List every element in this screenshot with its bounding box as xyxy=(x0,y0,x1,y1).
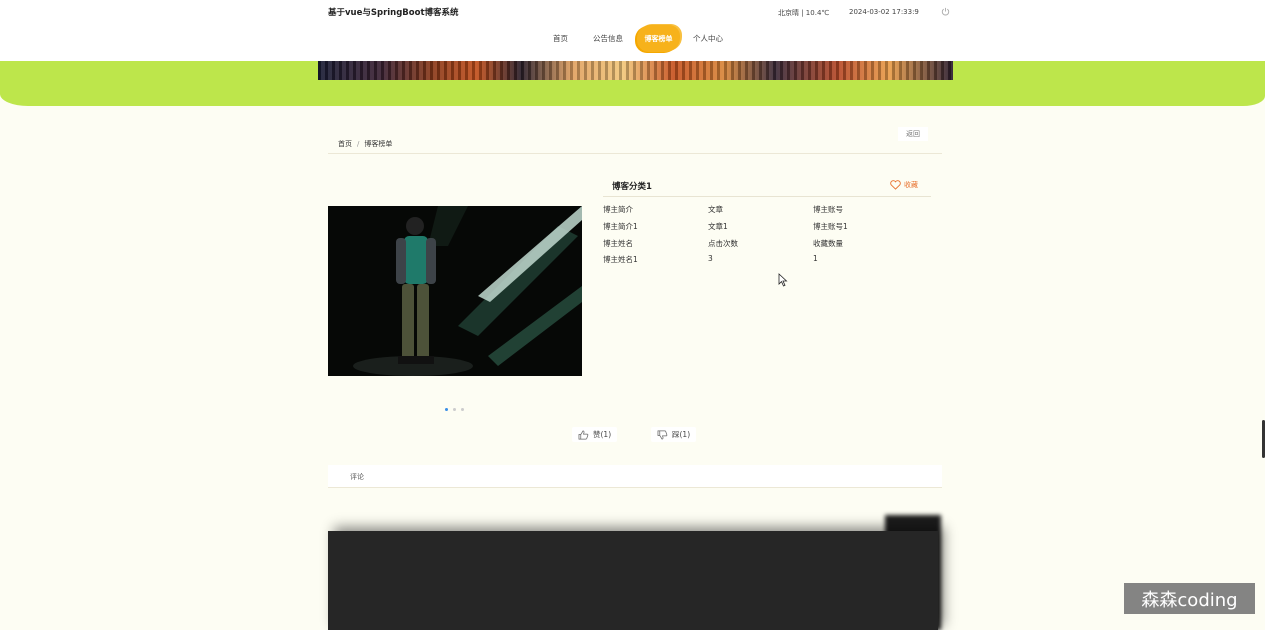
breadcrumb-separator: / xyxy=(357,140,360,148)
field-label-name: 博主姓名 xyxy=(603,239,633,248)
nav-announcements[interactable]: 公告信息 xyxy=(593,33,623,44)
breadcrumb-home[interactable]: 首页 xyxy=(338,140,352,148)
nav-home[interactable]: 首页 xyxy=(553,33,568,44)
favorite-label: 收藏 xyxy=(904,181,918,189)
nav-blog-ranking[interactable]: 博客榜单 xyxy=(637,25,680,52)
main-nav: 首页 公告信息 博客榜单 个人中心 xyxy=(0,25,1265,52)
dislike-label: 踩(1) xyxy=(672,430,691,439)
carousel-image[interactable] xyxy=(328,206,582,376)
breadcrumb: 首页 / 博客榜单 xyxy=(338,139,392,149)
comment-tab[interactable]: 评论 xyxy=(350,472,364,482)
field-value-favorites: 1 xyxy=(813,254,818,263)
field-value-article: 文章1 xyxy=(708,222,728,231)
weather-info: 北京晴 | 10.4℃ xyxy=(778,9,830,17)
detail-title: 博客分类1 xyxy=(612,182,652,192)
banner-image xyxy=(318,61,953,80)
datetime: 2024-03-02 17:33:9 xyxy=(849,8,919,16)
breadcrumb-current: 博客榜单 xyxy=(364,140,393,148)
carousel-dot[interactable] xyxy=(453,408,456,411)
favorite-button[interactable]: 收藏 xyxy=(890,180,918,190)
field-value-intro: 博主简介1 xyxy=(603,222,638,231)
nav-personal-center[interactable]: 个人中心 xyxy=(693,33,723,44)
heart-icon xyxy=(890,180,901,190)
title-divider xyxy=(603,196,931,197)
like-button[interactable]: 赞(1) xyxy=(572,427,618,442)
carousel-indicators xyxy=(445,408,464,411)
back-button[interactable]: 返回 xyxy=(898,127,928,141)
site-title: 基于vue与SpringBoot博客系统 xyxy=(328,8,459,18)
carousel-dot[interactable] xyxy=(461,408,464,411)
field-label-clicks: 点击次数 xyxy=(708,239,738,248)
thumbs-down-icon xyxy=(657,430,668,439)
comment-tab-bar: 评论 xyxy=(328,465,942,488)
top-header: 基于vue与SpringBoot博客系统 北京晴 | 10.4℃ 2024-03… xyxy=(0,0,1265,61)
performer-photo-graphic xyxy=(328,206,582,376)
comment-area xyxy=(328,531,938,630)
field-value-clicks: 3 xyxy=(708,254,713,263)
like-label: 赞(1) xyxy=(593,430,612,439)
carousel-dot[interactable] xyxy=(445,408,448,411)
field-value-name: 博主姓名1 xyxy=(603,255,638,264)
mouse-cursor-icon xyxy=(778,273,788,287)
power-icon[interactable] xyxy=(941,7,950,16)
field-label-intro: 博主简介 xyxy=(603,205,633,214)
field-label-favorites: 收藏数量 xyxy=(813,239,843,248)
field-value-account: 博主账号1 xyxy=(813,222,848,231)
breadcrumb-bar: 首页 / 博客榜单 返回 xyxy=(328,124,942,154)
field-label-article: 文章 xyxy=(708,205,723,214)
watermark: 森森coding xyxy=(1124,583,1255,614)
field-label-account: 博主账号 xyxy=(813,205,843,214)
thumbs-up-icon xyxy=(578,430,589,439)
dislike-button[interactable]: 踩(1) xyxy=(651,427,697,442)
